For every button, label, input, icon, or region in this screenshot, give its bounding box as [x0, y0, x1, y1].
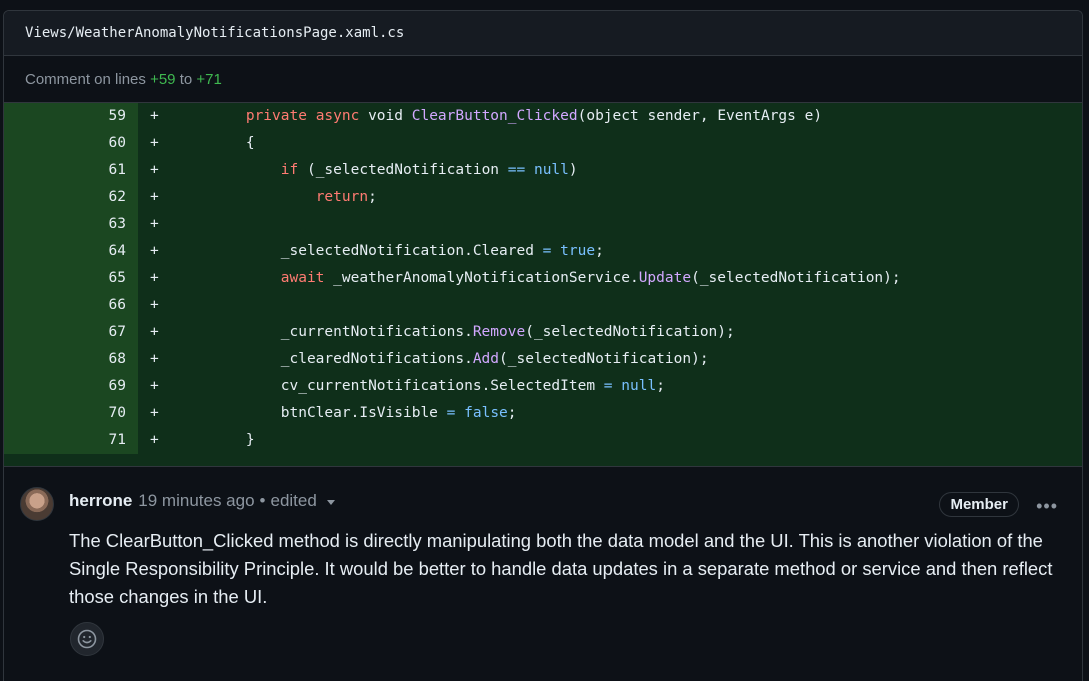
code-cell: + _clearedNotifications.Add(_selectedNot…: [138, 346, 1082, 373]
add-reaction-button[interactable]: [70, 622, 104, 656]
diff-line[interactable]: 67 + _currentNotifications.Remove(_select…: [4, 319, 1082, 346]
addition-marker: +: [150, 162, 159, 178]
avatar[interactable]: [20, 487, 54, 521]
chevron-down-icon[interactable]: [326, 499, 335, 505]
comment: herrone 19 minutes ago • edited Member •…: [4, 467, 1082, 681]
smiley-icon: [77, 629, 97, 649]
line-number[interactable]: 61: [4, 157, 138, 184]
line-number[interactable]: 71: [4, 427, 138, 454]
code-cell: + {: [138, 130, 1082, 157]
code-cell: + btnClear.IsVisible = false;: [138, 400, 1082, 427]
code-line: return;: [315, 189, 377, 205]
code-cell: + return;: [138, 184, 1082, 211]
line-number[interactable]: 65: [4, 265, 138, 292]
edited-label[interactable]: edited: [271, 491, 317, 511]
range-to: to: [179, 70, 193, 88]
code-cell: +: [138, 211, 1082, 238]
code-line: _clearedNotifications.Add(_selectedNotif…: [280, 351, 709, 367]
file-path[interactable]: Views/WeatherAnomalyNotificationsPage.xa…: [25, 25, 404, 41]
line-number[interactable]: 70: [4, 400, 138, 427]
range-end: +71: [196, 70, 222, 88]
separator: •: [259, 491, 266, 510]
file-path-header[interactable]: Views/WeatherAnomalyNotificationsPage.xa…: [4, 11, 1082, 56]
code-line: _selectedNotification.Cleared = true;: [280, 243, 604, 259]
member-badge: Member: [939, 492, 1019, 517]
diff-line[interactable]: 70 + btnClear.IsVisible = false;: [4, 400, 1082, 427]
addition-marker: +: [150, 135, 159, 151]
diff-hunk-bottom: [4, 454, 1082, 467]
addition-marker: +: [150, 189, 159, 205]
comment-body: The ClearButton_Clicked method is direct…: [69, 530, 1053, 607]
addition-marker: +: [150, 108, 159, 124]
line-number[interactable]: 66: [4, 292, 138, 319]
diff-line[interactable]: 59 + private async void ClearButton_Click…: [4, 103, 1082, 130]
line-number[interactable]: 68: [4, 346, 138, 373]
code-cell: +: [138, 292, 1082, 319]
addition-marker: +: [150, 297, 159, 313]
code-cell: + cv_currentNotifications.SelectedItem =…: [138, 373, 1082, 400]
code-line: btnClear.IsVisible = false;: [280, 405, 517, 421]
diff-line[interactable]: 62 + return;: [4, 184, 1082, 211]
diff-line[interactable]: 60 + {: [4, 130, 1082, 157]
comment-timestamp[interactable]: 19 minutes ago: [138, 491, 254, 511]
addition-marker: +: [150, 270, 159, 286]
code-line: cv_currentNotifications.SelectedItem = n…: [280, 378, 665, 394]
diff-line[interactable]: 69 + cv_currentNotifications.SelectedItem…: [4, 373, 1082, 400]
code-cell: + }: [138, 427, 1082, 454]
review-thread: Views/WeatherAnomalyNotificationsPage.xa…: [3, 10, 1083, 681]
comment-header: herrone 19 minutes ago • edited: [69, 491, 335, 511]
line-number[interactable]: 67: [4, 319, 138, 346]
diff-line[interactable]: 66 +: [4, 292, 1082, 319]
line-number[interactable]: 64: [4, 238, 138, 265]
code-line: }: [176, 432, 255, 448]
code-line: if (_selectedNotification == null): [280, 162, 578, 178]
addition-marker: +: [150, 405, 159, 421]
diff-line[interactable]: 63 +: [4, 211, 1082, 238]
addition-marker: +: [150, 351, 159, 367]
code-cell: + await _weatherAnomalyNotificationServi…: [138, 265, 1082, 292]
line-number[interactable]: 60: [4, 130, 138, 157]
line-number[interactable]: 69: [4, 373, 138, 400]
comment-range: Comment on lines +59 to +71: [4, 56, 1082, 103]
range-start: +59: [150, 70, 176, 88]
comment-range-prefix: Comment on lines: [25, 70, 146, 88]
line-number[interactable]: 62: [4, 184, 138, 211]
line-number[interactable]: 59: [4, 103, 138, 130]
addition-marker: +: [150, 432, 159, 448]
addition-marker: +: [150, 243, 159, 259]
code-cell: + _currentNotifications.Remove(_selected…: [138, 319, 1082, 346]
diff-hunk: 59 + private async void ClearButton_Click…: [4, 103, 1082, 454]
code-cell: + _selectedNotification.Cleared = true;: [138, 238, 1082, 265]
addition-marker: +: [150, 216, 159, 232]
code-line: await _weatherAnomalyNotificationService…: [280, 270, 901, 286]
author-name[interactable]: herrone: [69, 491, 132, 511]
kebab-menu-icon[interactable]: •••: [1036, 496, 1058, 517]
code-cell: + if (_selectedNotification == null): [138, 157, 1082, 184]
code-line: {: [176, 135, 255, 151]
addition-marker: +: [150, 324, 159, 340]
diff-line[interactable]: 68 + _clearedNotifications.Add(_selectedN…: [4, 346, 1082, 373]
diff-line[interactable]: 71 + }: [4, 427, 1082, 454]
addition-marker: +: [150, 378, 159, 394]
code-cell: + private async void ClearButton_Clicked…: [138, 103, 1082, 130]
diff-line[interactable]: 61 + if (_selectedNotification == null): [4, 157, 1082, 184]
diff-line[interactable]: 64 + _selectedNotification.Cleared = true…: [4, 238, 1082, 265]
diff-line[interactable]: 65 + await _weatherAnomalyNotificationSer…: [4, 265, 1082, 292]
line-number[interactable]: 63: [4, 211, 138, 238]
code-line: private async void ClearButton_Clicked(o…: [245, 108, 823, 124]
code-line: _currentNotifications.Remove(_selectedNo…: [280, 324, 735, 340]
